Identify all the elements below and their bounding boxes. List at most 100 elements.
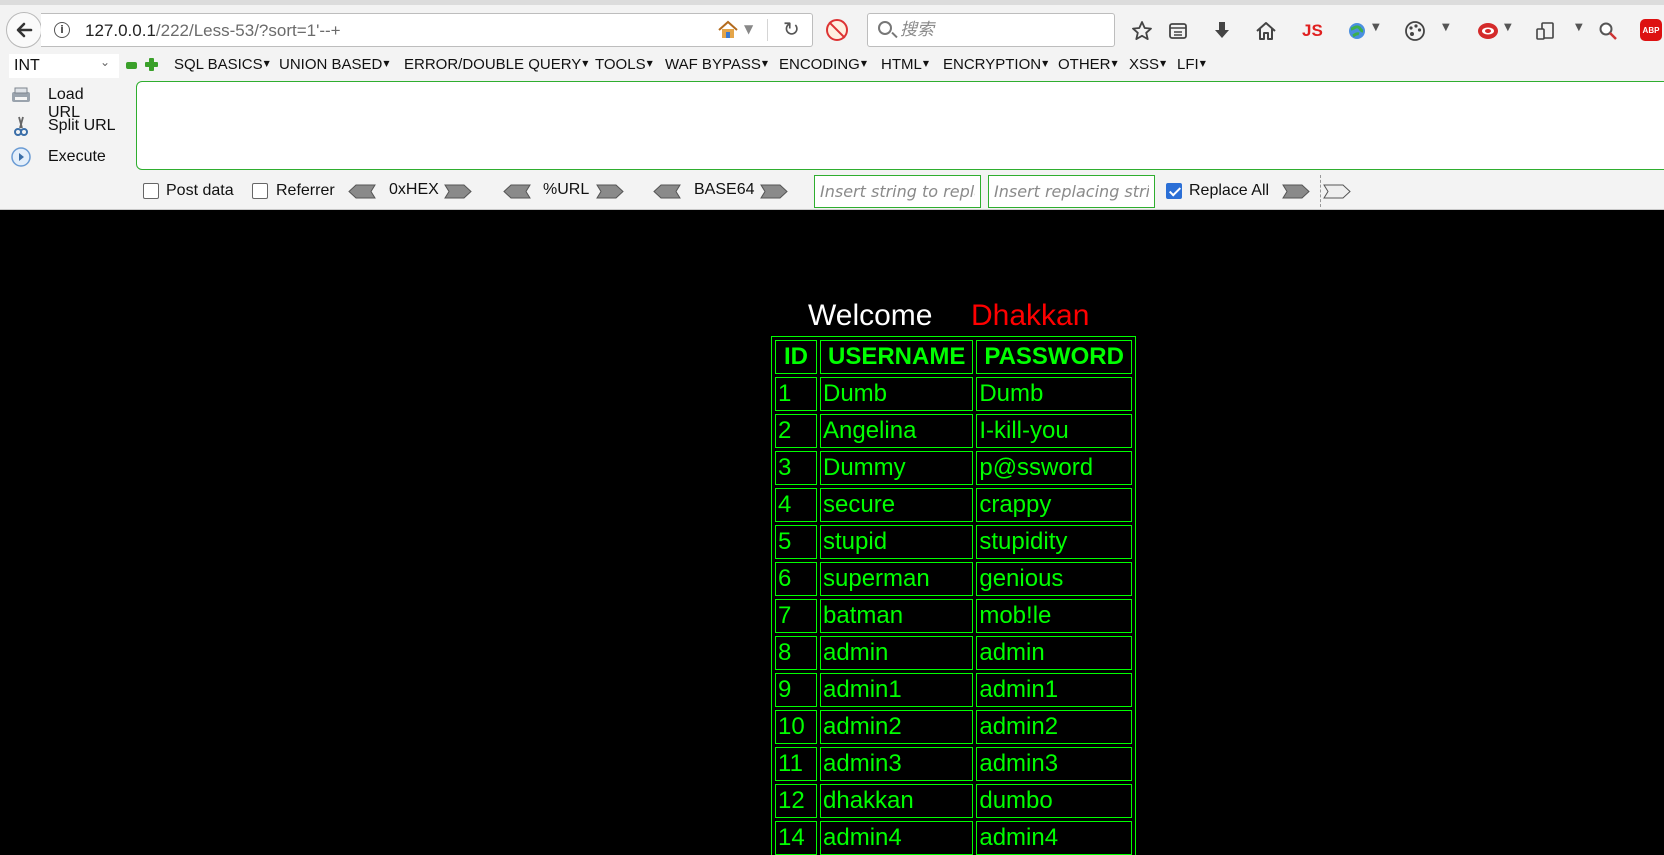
cell-password: dumbo <box>976 784 1132 818</box>
cell-password: Dumb <box>976 377 1132 411</box>
reload-icon[interactable]: ↻ <box>783 17 800 41</box>
menu-label: WAF BYPASS <box>665 56 761 73</box>
overflow-dropdown-icon[interactable]: ▼ <box>1575 22 1583 33</box>
cell-id: 10 <box>775 710 817 744</box>
replace-string-input[interactable] <box>814 175 981 208</box>
cell-password: stupidity <box>976 525 1132 559</box>
theme-palette-icon[interactable] <box>1404 19 1426 43</box>
hex-label: 0xHEX <box>389 181 439 198</box>
cell-id: 8 <box>775 636 817 670</box>
table-row: 1 Dumb Dumb <box>775 377 1132 411</box>
cell-id: 9 <box>775 673 817 707</box>
caret-icon: ▼ <box>646 59 653 68</box>
search-bar[interactable] <box>867 13 1115 47</box>
caret-icon: ▼ <box>383 59 390 68</box>
post-data-label: Post data <box>166 182 234 199</box>
cell-password: I-kill-you <box>976 414 1132 448</box>
hackbar-menu-row: INT ⌄ SQL BASICS▼ UNION BASED▼ ERROR/DOU… <box>0 52 1664 82</box>
referrer-checkbox[interactable] <box>252 183 268 199</box>
home-page-icon[interactable] <box>717 20 739 40</box>
cell-username: batman <box>820 599 974 633</box>
menu-error-double-query[interactable]: ERROR/DOUBLE QUERY▼ <box>404 56 588 73</box>
menu-tools[interactable]: TOOLS▼ <box>595 56 653 73</box>
url-encode-label: %URL <box>543 181 590 198</box>
cell-id: 1 <box>775 377 817 411</box>
back-button[interactable] <box>6 12 42 48</box>
hackbar-decrease-icon[interactable] <box>126 62 137 69</box>
url-decode-arrow-icon[interactable] <box>503 184 531 199</box>
base64-encode-arrow-icon[interactable] <box>760 184 788 199</box>
home-icon[interactable] <box>1255 19 1277 43</box>
table-row: 12 dhakkan dumbo <box>775 784 1132 818</box>
cell-username: admin2 <box>820 710 974 744</box>
cell-password: admin4 <box>976 821 1132 855</box>
hex-encode-arrow-icon[interactable] <box>444 184 472 199</box>
menu-other[interactable]: OTHER▼ <box>1058 56 1118 73</box>
bookmark-star-icon[interactable] <box>1131 19 1153 43</box>
menu-sql-basics[interactable]: SQL BASICS▼ <box>174 56 270 73</box>
menu-encoding[interactable]: ENCODING▼ <box>779 56 867 73</box>
cell-id: 7 <box>775 599 817 633</box>
menu-xss[interactable]: XSS▼ <box>1129 56 1166 73</box>
cell-username: dhakkan <box>820 784 974 818</box>
hackbar-url-textarea[interactable] <box>136 81 1664 170</box>
cell-username: Angelina <box>820 414 974 448</box>
url-text[interactable]: 127.0.0.1/222/Less-53/?sort=1'--+ <box>85 21 341 41</box>
menu-encryption[interactable]: ENCRYPTION▼ <box>943 56 1048 73</box>
menu-union-based[interactable]: UNION BASED▼ <box>279 56 390 73</box>
split-url-label: Split URL <box>48 117 116 134</box>
caret-icon: ▼ <box>761 59 769 68</box>
hackbar-type-select[interactable]: INT ⌄ <box>9 54 119 78</box>
search-input[interactable] <box>900 16 1110 44</box>
header-id: ID <box>775 340 817 374</box>
javascript-toggle-icon[interactable]: JS <box>1302 19 1323 43</box>
cell-username: stupid <box>820 525 974 559</box>
table-row: 10 admin2 admin2 <box>775 710 1132 744</box>
execute-label: Execute <box>48 148 106 165</box>
replace-all-checkbox[interactable] <box>1166 183 1182 199</box>
adblock-plus-icon[interactable]: ABP <box>1640 19 1662 41</box>
download-icon[interactable] <box>1212 19 1232 43</box>
zoom-search-icon[interactable] <box>1598 19 1618 43</box>
replace-run-arrow-icon[interactable] <box>1282 184 1310 199</box>
post-data-checkbox[interactable] <box>143 183 159 199</box>
hackbar-logo-icon[interactable] <box>1476 19 1500 43</box>
welcome-text: Welcome <box>808 299 933 332</box>
language-dropdown-icon[interactable]: ▼ <box>1372 22 1380 33</box>
hackbar-increase-icon[interactable] <box>145 58 158 71</box>
hex-decode-arrow-icon[interactable] <box>348 184 376 199</box>
cell-password: admin <box>976 636 1132 670</box>
replacing-string-input[interactable] <box>988 175 1155 208</box>
cell-username: superman <box>820 562 974 596</box>
cell-id: 2 <box>775 414 817 448</box>
menu-html[interactable]: HTML▼ <box>881 56 929 73</box>
split-url-button[interactable]: Split URL <box>10 113 120 139</box>
replace-next-arrow-icon[interactable] <box>1323 184 1351 199</box>
load-url-icon <box>12 87 30 102</box>
url-bar[interactable]: i 127.0.0.1/222/Less-53/?sort=1'--+ ▼ ↻ <box>41 13 813 47</box>
caret-icon: ▼ <box>1111 59 1118 68</box>
cell-username: admin <box>820 636 974 670</box>
devices-icon[interactable] <box>1535 19 1555 43</box>
menu-lfi[interactable]: LFI▼ <box>1177 56 1206 73</box>
theme-dropdown-icon[interactable]: ▼ <box>1442 22 1450 33</box>
noscript-icon[interactable] <box>826 19 848 41</box>
base64-decode-arrow-icon[interactable] <box>653 184 681 199</box>
menu-label: LFI <box>1177 56 1199 73</box>
cell-id: 6 <box>775 562 817 596</box>
url-encode-arrow-icon[interactable] <box>596 184 624 199</box>
menu-label: TOOLS <box>595 56 646 73</box>
hackbar-dropdown-icon[interactable]: ▼ <box>1504 22 1512 33</box>
reading-list-icon[interactable] <box>1168 19 1188 43</box>
execute-button[interactable]: Execute <box>10 144 120 170</box>
url-history-dropdown-icon[interactable]: ▼ <box>744 22 753 36</box>
menu-label: HTML <box>881 56 922 73</box>
load-url-button[interactable]: Load URL <box>10 82 120 121</box>
menu-waf-bypass[interactable]: WAF BYPASS▼ <box>665 56 768 73</box>
table-row: 9 admin1 admin1 <box>775 673 1132 707</box>
menu-label: ENCRYPTION <box>943 56 1042 73</box>
site-info-icon[interactable]: i <box>54 22 70 38</box>
welcome-user-name: Dhakkan <box>971 299 1090 332</box>
hackbar-type-value: INT <box>14 57 40 74</box>
language-globe-icon[interactable] <box>1347 19 1367 43</box>
